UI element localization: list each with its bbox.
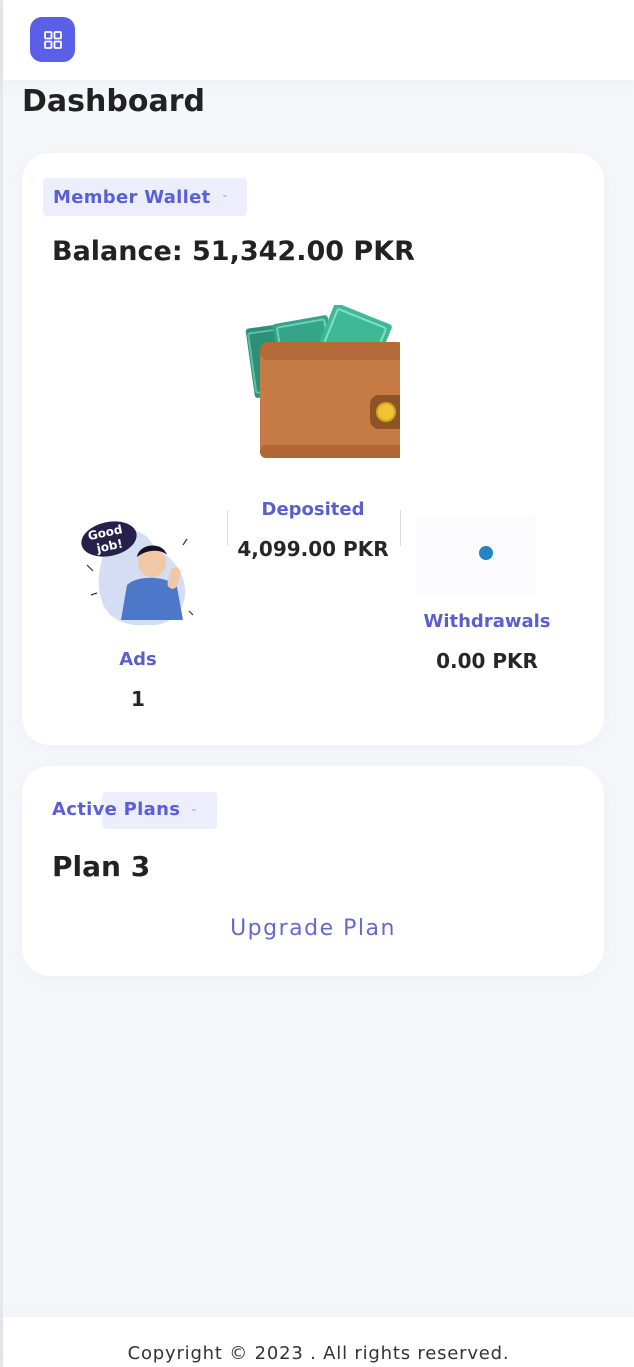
member-wallet-card: Member Wallet ⌄ Balance: 51,342.00 PKR G… — [22, 153, 604, 745]
chevron-down-icon: ⌄ — [190, 804, 198, 814]
top-bar — [3, 0, 634, 80]
divider — [400, 510, 401, 546]
member-wallet-chip[interactable]: Member Wallet ⌄ — [43, 178, 247, 216]
page-edge — [0, 0, 3, 1367]
withdrawals-value: 0.00 PKR — [436, 649, 538, 673]
dot-icon — [479, 546, 493, 560]
page-title: Dashboard — [22, 84, 205, 119]
ads-value: 1 — [131, 687, 145, 711]
deposited-value: 4,099.00 PKR — [237, 537, 389, 561]
wallet-with-cash-icon — [245, 305, 400, 458]
menu-button[interactable] — [30, 17, 75, 62]
active-plans-chip-label[interactable]: Active Plans — [52, 799, 180, 820]
balance-text: Balance: 51,342.00 PKR — [52, 236, 415, 267]
withdrawals-illustration — [416, 515, 536, 595]
ads-label: Ads — [119, 649, 157, 670]
footer: Copyright © 2023 . All rights reserved. — [3, 1317, 634, 1367]
copyright-text: Copyright © 2023 . All rights reserved. — [127, 1343, 510, 1364]
chevron-down-icon: ⌄ — [221, 190, 229, 200]
plan-name: Plan 3 — [52, 850, 151, 883]
deposited-label: Deposited — [261, 499, 365, 520]
withdrawals-label: Withdrawals — [423, 611, 551, 632]
grid-icon — [43, 30, 62, 49]
active-plans-card: ⌄ Active Plans Plan 3 Upgrade Plan — [22, 766, 604, 976]
good-job-illustration: Good job! — [81, 521, 194, 626]
member-wallet-chip-label: Member Wallet — [53, 186, 211, 208]
upgrade-plan-link[interactable]: Upgrade Plan — [22, 916, 604, 941]
